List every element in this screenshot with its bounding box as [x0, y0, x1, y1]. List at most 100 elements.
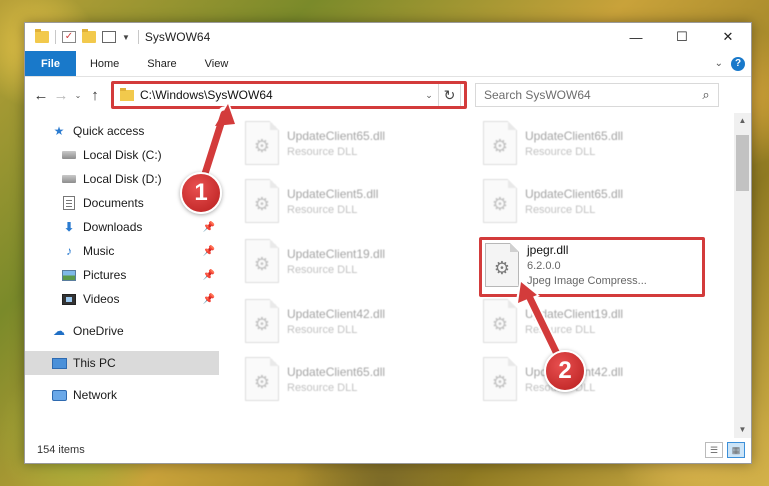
- sidebar-item-videos[interactable]: Videos 📌: [25, 287, 219, 311]
- sidebar-item-network[interactable]: Network: [25, 383, 219, 407]
- search-box[interactable]: ⌕: [475, 83, 719, 107]
- pin-icon[interactable]: 📌: [203, 222, 215, 233]
- dll-file-icon: ⚙: [483, 179, 517, 223]
- divider: [137, 30, 139, 44]
- ribbon-right: ⌄ ?: [715, 51, 751, 76]
- maximize-button[interactable]: ☐: [659, 23, 705, 51]
- properties-check-icon[interactable]: ✓: [62, 31, 76, 43]
- star-icon: ★: [53, 124, 65, 138]
- details-view-icon[interactable]: ☰: [705, 442, 723, 458]
- folder-icon: [120, 87, 134, 101]
- file-item[interactable]: ⚙ UpdateClient19.dll Resource DLL: [245, 235, 445, 287]
- expand-ribbon-icon[interactable]: ⌄: [715, 58, 723, 69]
- disk-icon: [61, 172, 77, 186]
- scroll-down-icon[interactable]: ▼: [734, 422, 751, 438]
- gear-icon: ⚙: [491, 135, 509, 156]
- file-item[interactable]: ⚙ UpdateClient65.dll Resource DLL: [245, 353, 445, 405]
- scroll-up-icon[interactable]: ▲: [734, 113, 751, 129]
- sidebar-item-local-disk-c[interactable]: Local Disk (C:): [25, 143, 219, 167]
- tab-file[interactable]: File: [25, 51, 76, 76]
- sidebar-item-label: Videos: [83, 292, 120, 306]
- sidebar-item-pictures[interactable]: Pictures 📌: [25, 263, 219, 287]
- sidebar-item-label: Local Disk (C:): [83, 148, 162, 162]
- sidebar-item-this-pc[interactable]: This PC: [25, 351, 219, 375]
- gear-icon: ⚙: [491, 193, 509, 214]
- sidebar-item-label: Music: [83, 244, 115, 258]
- close-button[interactable]: ✕: [705, 23, 751, 51]
- address-dropdown-icon[interactable]: ⌄: [420, 90, 438, 101]
- pin-icon[interactable]: 📌: [203, 270, 215, 281]
- file-description: Resource DLL: [525, 323, 596, 336]
- up-button[interactable]: ↑: [85, 87, 105, 104]
- item-count: 154 items: [37, 444, 85, 456]
- recent-locations-icon[interactable]: ⌄: [71, 91, 85, 100]
- address-bar[interactable]: C:\Windows\SysWOW64 ⌄ ↻: [111, 81, 467, 109]
- file-item[interactable]: ⚙ UpdateClient65.dll Resource DLL: [245, 117, 445, 169]
- gear-icon: ⚙: [491, 371, 509, 392]
- tab-view[interactable]: View: [191, 51, 243, 76]
- document-icon: [61, 196, 77, 210]
- pin-icon[interactable]: 📌: [203, 246, 215, 257]
- download-icon: ⬇: [63, 220, 75, 234]
- title-bar: ✓ ▼ SysWOW64 — ☐ ✕: [25, 23, 751, 51]
- scroll-thumb[interactable]: [736, 135, 749, 191]
- refresh-button[interactable]: ↻: [438, 84, 460, 106]
- navigation-bar: ← → ⌄ ↑ C:\Windows\SysWOW64 ⌄ ↻ ⌕: [25, 77, 751, 113]
- sidebar-item-music[interactable]: ♪ Music 📌: [25, 239, 219, 263]
- sidebar-item-label: This PC: [73, 356, 116, 370]
- file-description: Resource DLL: [525, 145, 596, 158]
- navigation-pane: ★ Quick access Local Disk (C:) Local Dis…: [25, 113, 219, 438]
- large-icons-view-icon[interactable]: ▦: [727, 442, 745, 458]
- address-path[interactable]: C:\Windows\SysWOW64: [140, 88, 273, 102]
- help-icon[interactable]: ?: [731, 56, 745, 71]
- file-description: Resource DLL: [287, 203, 358, 216]
- sidebar-item-label: Network: [73, 388, 118, 402]
- gear-icon: ⚙: [253, 313, 271, 334]
- sidebar-item-onedrive[interactable]: ☁ OneDrive: [25, 319, 219, 343]
- file-list: ⚙ UpdateClient65.dll Resource DLL ⚙ Updat…: [219, 113, 751, 438]
- pin-icon[interactable]: 📌: [203, 294, 215, 305]
- file-name: UpdateClient65.dll: [525, 186, 624, 201]
- disk-icon: [61, 148, 77, 162]
- sidebar-item-downloads[interactable]: ⬇ Downloads 📌: [25, 215, 219, 239]
- sidebar-item-quick-access[interactable]: ★ Quick access: [25, 119, 219, 143]
- file-name: UpdateClient19.dll: [525, 306, 624, 321]
- window-controls: — ☐ ✕: [613, 23, 751, 51]
- file-item[interactable]: ⚙ UpdateClient65.dll Resource DLL: [483, 117, 683, 169]
- gear-icon: ⚙: [253, 371, 271, 392]
- file-item[interactable]: ⚙ UpdateClient19.dll Resource DLL: [483, 295, 683, 347]
- sidebar-item-label: Downloads: [83, 220, 143, 234]
- file-item[interactable]: ⚙ UpdateClient5.dll Resource DLL: [245, 175, 445, 227]
- file-name: UpdateClient65.dll: [525, 128, 624, 143]
- file-name: UpdateClient65.dll: [287, 128, 386, 143]
- dll-file-icon: ⚙: [245, 357, 279, 401]
- quick-access-dropdown-icon[interactable]: ▼: [122, 33, 130, 42]
- tab-home[interactable]: Home: [76, 51, 133, 76]
- search-input[interactable]: [484, 88, 694, 102]
- dll-file-icon: ⚙: [483, 357, 517, 401]
- file-item[interactable]: ⚙ UpdateClient42.dll Resource DLL: [245, 295, 445, 347]
- minimize-button[interactable]: —: [613, 23, 659, 51]
- tab-share[interactable]: Share: [133, 51, 190, 76]
- status-bar: 154 items ☰ ▦: [25, 437, 751, 463]
- forward-button[interactable]: →: [51, 87, 71, 104]
- file-item[interactable]: ⚙ UpdateClient65.dll Resource DLL: [483, 175, 683, 227]
- file-name: UpdateClient65.dll: [287, 364, 386, 379]
- back-button[interactable]: ←: [31, 87, 51, 104]
- vertical-scrollbar[interactable]: ▲ ▼: [734, 113, 751, 438]
- gear-icon: ⚙: [253, 193, 271, 214]
- main-area: ★ Quick access Local Disk (C:) Local Dis…: [25, 113, 751, 438]
- ribbon-tabs: File Home Share View ⌄ ?: [25, 51, 751, 77]
- sidebar-item-label: Documents: [83, 196, 144, 210]
- folder-icon: [35, 29, 49, 43]
- sidebar-item-label: Pictures: [83, 268, 127, 282]
- file-highlight-frame: [479, 237, 705, 297]
- search-icon[interactable]: ⌕: [694, 87, 718, 103]
- dll-file-icon: ⚙: [483, 121, 517, 165]
- pc-icon: [51, 356, 67, 370]
- customize-icon[interactable]: [102, 31, 116, 43]
- new-folder-icon[interactable]: [82, 29, 96, 43]
- callout-badge-2: 2: [544, 350, 586, 392]
